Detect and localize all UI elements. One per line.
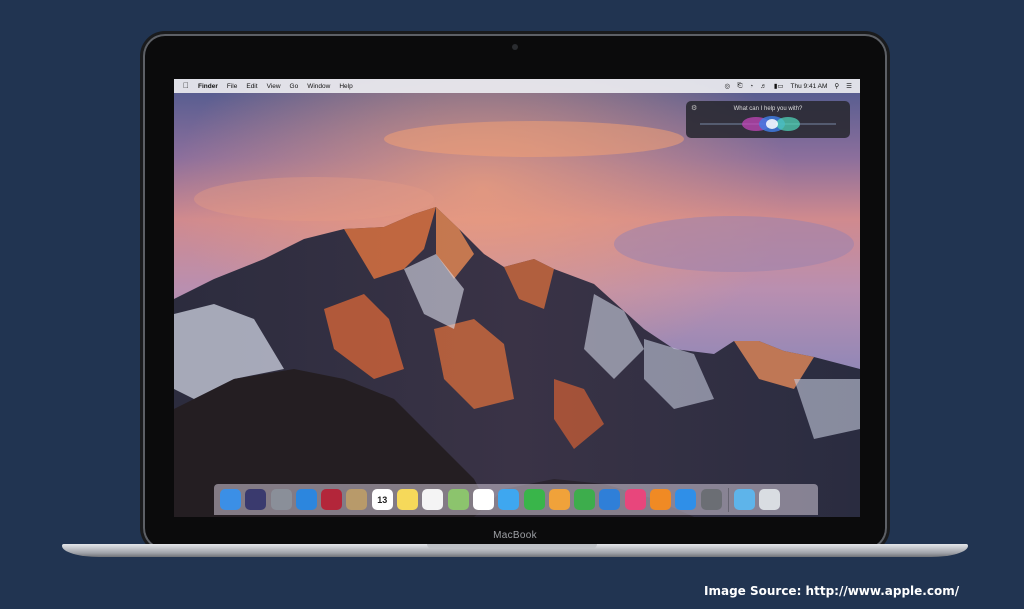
notes-icon[interactable] <box>397 489 419 510</box>
menu-bar:  Finder File Edit View Go Window Help ◎… <box>174 79 860 93</box>
facetime-icon[interactable] <box>523 489 545 510</box>
trash-icon[interactable] <box>759 489 781 510</box>
image-source-caption: Image Source: http://www.apple.com/ <box>704 584 960 598</box>
battery-icon[interactable]: ▮▭ <box>774 82 784 90</box>
contacts-icon[interactable] <box>346 489 368 510</box>
siri-icon[interactable]: ◎ <box>725 82 731 90</box>
finder-icon[interactable] <box>220 489 241 510</box>
itunes-icon[interactable] <box>624 489 646 510</box>
spotlight-icon[interactable]: ⚲ <box>834 82 839 90</box>
menu-item-window[interactable]: Window <box>307 83 330 90</box>
siri-prompt: What can I help you with? <box>733 106 803 112</box>
safari-icon[interactable] <box>295 489 317 510</box>
status-menus: ◎ ⎗ ◔ ♬ ▮▭ Thu 9:41 AM ⚲ ☰ <box>725 79 852 93</box>
desktop-screen:  Finder File Edit View Go Window Help ◎… <box>174 79 860 517</box>
menu-item-go[interactable]: Go <box>290 83 299 90</box>
numbers-icon[interactable] <box>574 489 596 510</box>
apple-logo-icon[interactable]:  <box>183 82 189 90</box>
macbook-brand-label: MacBook <box>493 530 537 541</box>
calendar-icon[interactable]: 13 <box>371 489 393 510</box>
dock-separator <box>727 487 729 512</box>
downloads-folder-icon[interactable] <box>733 489 755 510</box>
menu-item-edit[interactable]: Edit <box>246 83 257 90</box>
siri-icon[interactable] <box>245 489 267 510</box>
menu-item-help[interactable]: Help <box>339 83 352 90</box>
launchpad-icon[interactable] <box>270 489 292 510</box>
menu-item-file[interactable]: File <box>227 83 237 90</box>
app-store-icon[interactable] <box>675 489 697 510</box>
menu-item-view[interactable]: View <box>267 83 281 90</box>
dock: 13 <box>214 484 818 515</box>
maps-icon[interactable] <box>447 489 469 510</box>
volume-icon[interactable]: ♬ <box>760 83 767 90</box>
sierra-wallpaper <box>174 79 860 517</box>
photos-icon[interactable] <box>472 489 494 510</box>
ibooks-icon[interactable] <box>650 489 672 510</box>
photo-booth-icon[interactable] <box>321 489 343 510</box>
menu-clock[interactable]: Thu 9:41 AM <box>791 83 828 90</box>
wifi-icon[interactable]: ◔ <box>749 83 753 90</box>
keynote-icon[interactable] <box>599 489 621 510</box>
bluetooth-icon[interactable]: ⎗ <box>737 82 742 90</box>
camera-icon <box>512 44 518 50</box>
menu-item-finder[interactable]: Finder <box>198 83 218 90</box>
siri-panel[interactable]: ⚙ What can I help you with? <box>686 101 850 138</box>
system-preferences-icon[interactable] <box>700 489 722 510</box>
lid-opening-notch <box>427 544 597 549</box>
reminders-icon[interactable] <box>422 489 444 510</box>
calendar-date-label: 13 <box>377 494 388 505</box>
siri-waveform-icon <box>700 116 836 132</box>
pages-icon[interactable] <box>548 489 570 510</box>
notification-center-icon[interactable]: ☰ <box>846 82 852 90</box>
messages-icon[interactable] <box>498 489 520 510</box>
